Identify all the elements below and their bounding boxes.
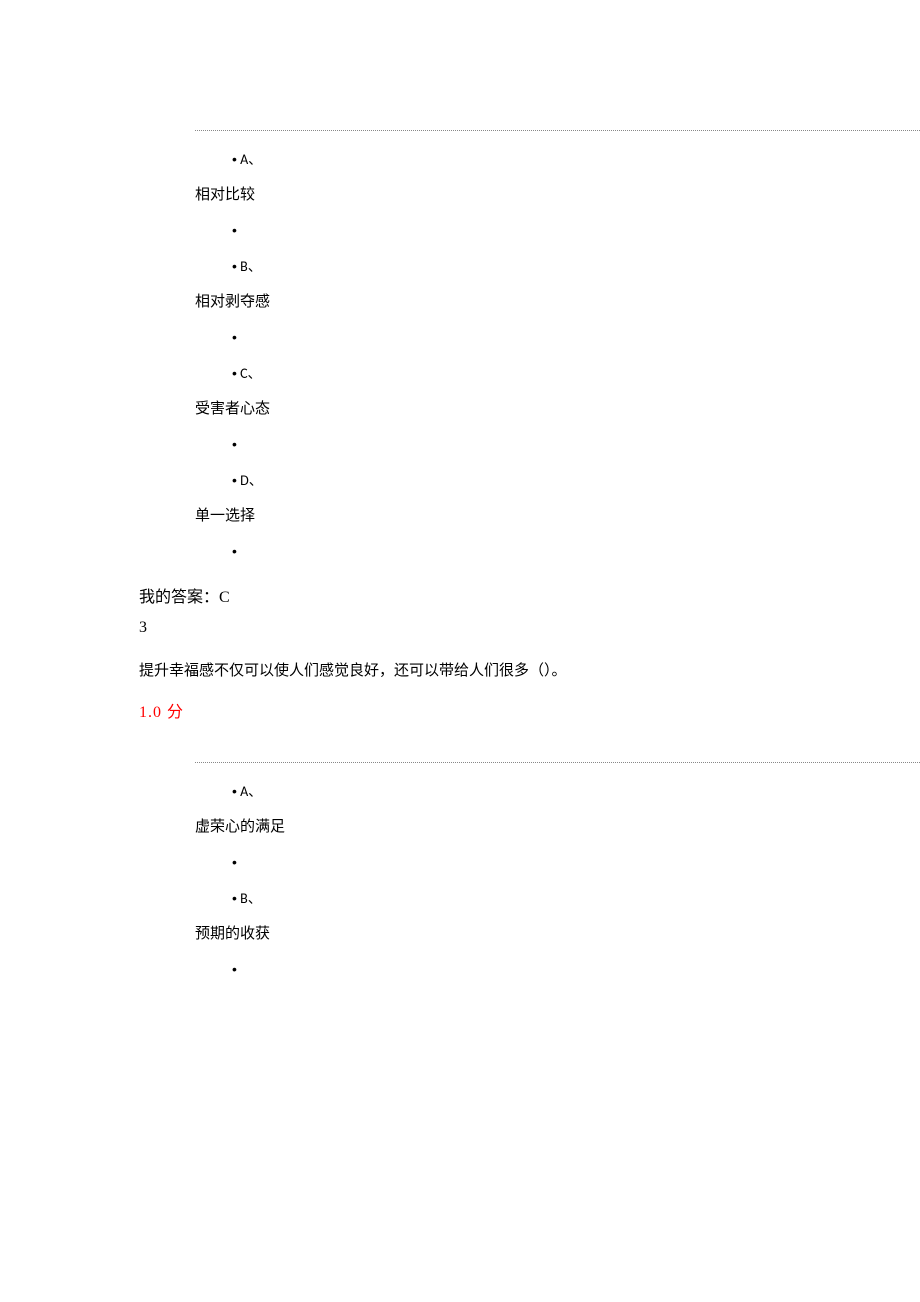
q3-score: 1.0 分 (139, 698, 920, 722)
q3-option-a-text: 虚荣心的满足 (195, 815, 920, 836)
empty-bullet: • (232, 961, 920, 977)
option-letter: B、 (240, 890, 262, 907)
q2-option-c-label: • C、 (232, 363, 920, 383)
q2-my-answer: 我的答案：C (139, 583, 920, 607)
options-divider-top (195, 762, 920, 763)
bullet-icon: • (232, 258, 237, 274)
q2-option-b-text: 相对剥夺感 (195, 290, 920, 311)
q2-option-c-text: 受害者心态 (195, 397, 920, 418)
bullet-icon: • (232, 890, 237, 906)
empty-bullet: • (232, 436, 920, 452)
q2-option-b-label: • B、 (232, 256, 920, 276)
q2-option-a-text: 相对比较 (195, 183, 920, 204)
bullet-icon: • (232, 151, 237, 167)
q3-number: 3 (139, 619, 920, 637)
option-letter: A、 (240, 783, 262, 800)
q3-option-a-label: • A、 (232, 781, 920, 801)
q2-option-d-text: 单一选择 (195, 504, 920, 525)
option-letter: D、 (240, 472, 263, 489)
q2-option-d-label: • D、 (232, 470, 920, 490)
empty-bullet: • (232, 329, 920, 345)
bullet-icon: • (232, 365, 237, 381)
empty-bullet: • (232, 854, 920, 870)
bullet-icon: • (232, 472, 237, 488)
q3-option-b-text: 预期的收获 (195, 922, 920, 943)
q3-text: 提升幸福感不仅可以使人们感觉良好，还可以带给人们很多（）。 (139, 659, 920, 680)
q3-option-b-label: • B、 (232, 888, 920, 908)
bullet-icon: • (232, 783, 237, 799)
option-letter: A、 (240, 151, 262, 168)
empty-bullet: • (232, 543, 920, 559)
empty-bullet: • (232, 222, 920, 238)
options-divider-top (195, 130, 920, 131)
option-letter: C、 (240, 365, 261, 382)
q2-option-a-label: • A、 (232, 149, 920, 169)
option-letter: B、 (240, 258, 262, 275)
